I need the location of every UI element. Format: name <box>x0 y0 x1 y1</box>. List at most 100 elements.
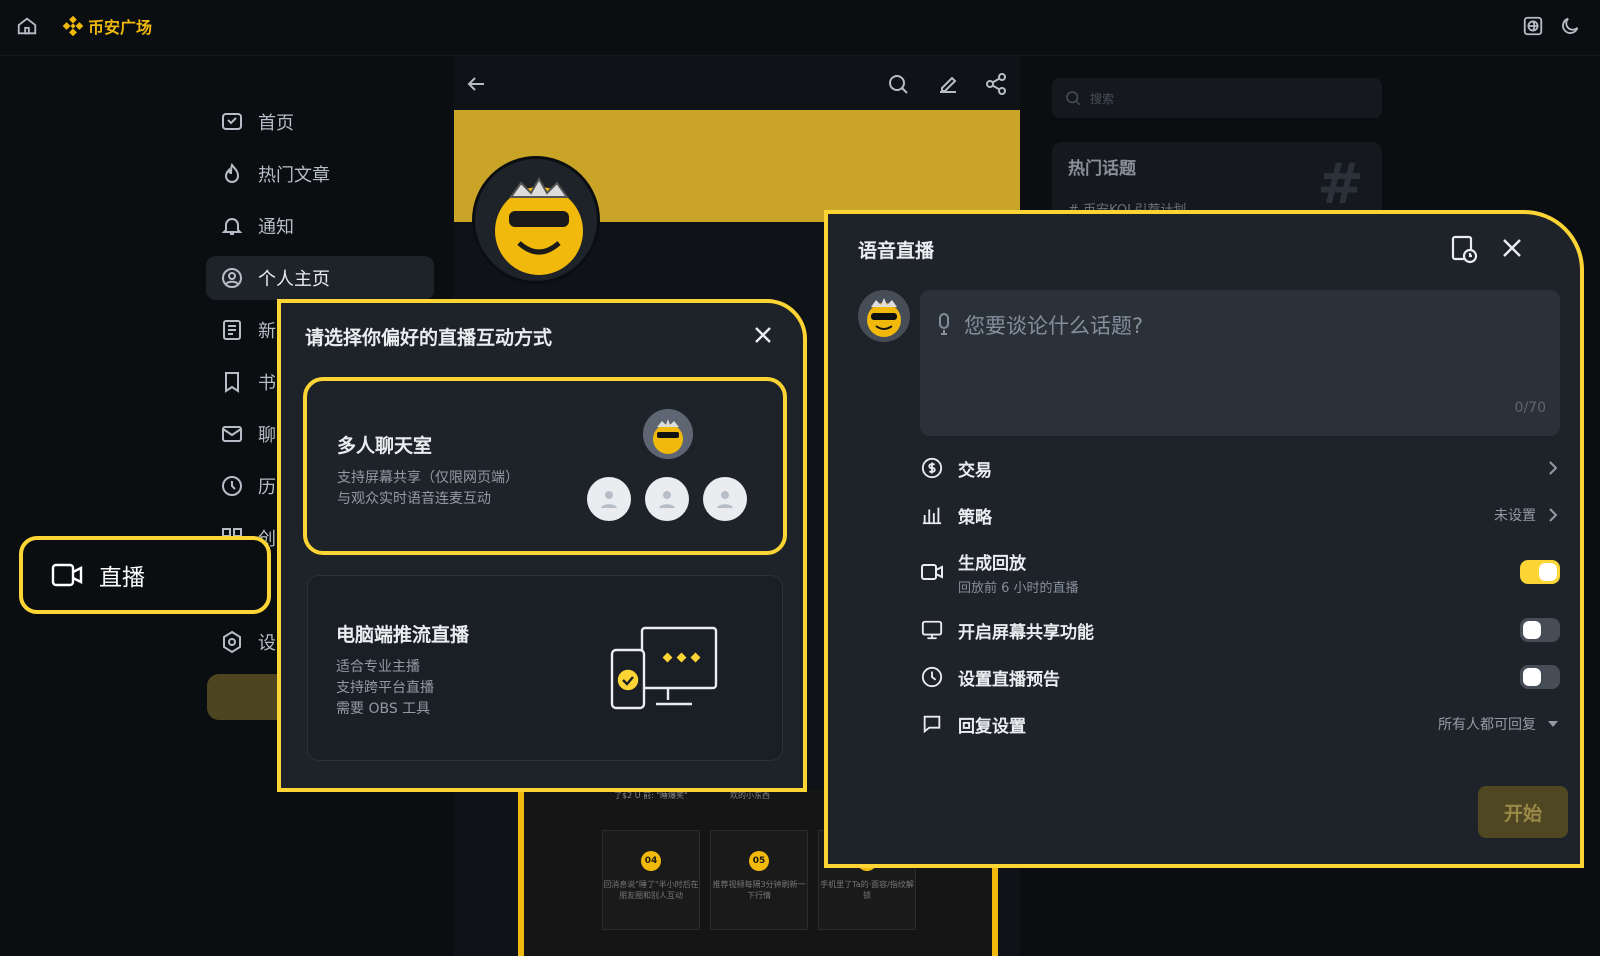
nav-home[interactable]: 首页 <box>206 100 434 144</box>
bg-card-text: 回消息说"睡了"半小时后在朋友圈和别人互动 <box>603 880 699 900</box>
clock-icon <box>920 665 944 689</box>
top-bar <box>0 0 1600 56</box>
setting-reply[interactable]: 回复设置 所有人都可回复 <box>920 700 1560 748</box>
desktop-device-icon <box>608 624 720 714</box>
nav-hot-articles[interactable]: 热门文章 <box>206 152 434 196</box>
live-mode-modal: 请选择你偏好的直播互动方式 多人聊天室 支持屏幕共享（仅限网页端） 与观众实时语… <box>277 299 807 792</box>
language-icon[interactable] <box>1522 15 1544 37</box>
setting-label: 交易 <box>958 460 992 481</box>
bar-chart-icon <box>920 503 944 527</box>
bell-icon <box>221 218 243 235</box>
bg-card-text: 推荐视频每隔3分钟刷新一下行情 <box>712 880 806 900</box>
option-desc-line: 支持屏幕共享（仅限网页端） <box>337 470 519 486</box>
setting-live-preview: 设置直播预告 <box>920 653 1560 701</box>
setting-trade[interactable]: 交易 <box>920 444 1560 492</box>
option-desc-line: 支持跨平台直播 <box>336 680 434 696</box>
bg-card-number: 05 <box>749 851 769 871</box>
char-counter: 0/70 <box>1514 400 1546 416</box>
document-icon <box>223 320 241 340</box>
settings-icon <box>223 630 241 654</box>
clock-icon <box>222 476 242 496</box>
nav-live[interactable]: 直播 <box>19 536 271 614</box>
fire-icon <box>224 162 240 183</box>
chat-bubble-icon <box>920 712 944 736</box>
user-icon <box>717 491 733 508</box>
voice-live-panel: 语音直播 您要谈论什么话题? 0/70 交易 策略 未设置 生成回放 回放前 6… <box>824 210 1584 868</box>
panel-title: 语音直播 <box>858 240 935 262</box>
schedule-icon[interactable] <box>1450 234 1478 264</box>
start-button[interactable]: 开始 <box>1478 786 1568 838</box>
hashtag-icon: # <box>1317 152 1364 217</box>
nav-notifications-label: 通知 <box>258 217 294 238</box>
bg-card: 05 推荐视频每隔3分钟刷新一下行情 <box>710 830 808 930</box>
option-desc-line: 与观众实时语音连麦互动 <box>337 491 491 507</box>
sidebar-search-input[interactable]: 搜索 <box>1052 78 1382 118</box>
setting-screen-share: 开启屏幕共享功能 <box>920 606 1560 654</box>
option-title: 电脑端推流直播 <box>336 624 470 646</box>
dollar-circle-icon <box>920 456 944 480</box>
option-pc-streaming[interactable]: 电脑端推流直播 适合专业主播 支持跨平台直播 需要 OBS 工具 <box>307 575 783 761</box>
search-icon[interactable] <box>886 72 910 96</box>
binance-logo-icon <box>62 15 84 37</box>
bookmark-icon <box>225 372 239 393</box>
setting-label: 生成回放 <box>958 553 1026 574</box>
sidebar-search-placeholder: 搜索 <box>1090 91 1115 106</box>
setting-label: 回复设置 <box>958 716 1026 737</box>
audience-avatar <box>587 477 631 521</box>
screen-share-toggle[interactable] <box>1520 618 1560 642</box>
brand-logo[interactable]: 币安广场 <box>62 14 152 38</box>
nav-history-label: 历 <box>258 477 276 498</box>
chevron-right-icon <box>1549 508 1558 522</box>
user-avatar <box>858 290 910 342</box>
close-icon[interactable] <box>1500 236 1524 260</box>
option-desc-line: 需要 OBS 工具 <box>336 701 431 717</box>
nav-chat-label: 聊 <box>258 425 276 446</box>
close-icon[interactable] <box>751 323 775 347</box>
nav-settings-label: 设 <box>258 633 276 654</box>
reply-setting-value: 所有人都可回复 <box>1438 717 1536 733</box>
user-icon <box>659 491 675 508</box>
bg-card-number: 04 <box>641 851 661 871</box>
edit-icon[interactable] <box>936 72 960 96</box>
option-multi-chat-room[interactable]: 多人聊天室 支持屏幕共享（仅限网页端） 与观众实时语音连麦互动 <box>303 377 787 555</box>
nav-profile-label: 个人主页 <box>258 269 330 290</box>
setting-label: 开启屏幕共享功能 <box>958 622 1094 643</box>
profile-avatar[interactable] <box>472 156 600 284</box>
setting-strategy[interactable]: 策略 未设置 <box>920 491 1560 539</box>
bg-card-text: 手机里了Ta的·面容/指纹解锁 <box>820 880 914 900</box>
share-icon[interactable] <box>984 72 1008 96</box>
home-icon[interactable] <box>16 15 38 37</box>
setting-replay: 生成回放 回放前 6 小时的直播 <box>920 544 1560 600</box>
dark-mode-icon[interactable] <box>1559 15 1581 37</box>
setting-sublabel: 回放前 6 小时的直播 <box>958 580 1079 596</box>
option-desc-line: 适合专业主播 <box>336 659 420 675</box>
chevron-right-icon <box>1549 461 1558 475</box>
setting-label: 设置直播预告 <box>958 669 1060 690</box>
nav-live-label: 直播 <box>99 565 145 591</box>
nav-news-label: 新 <box>258 321 276 342</box>
search-icon <box>1066 91 1081 106</box>
setting-label: 策略 <box>958 507 992 528</box>
modal-title: 请选择你偏好的直播互动方式 <box>305 327 553 349</box>
toggle-knob <box>1523 621 1541 639</box>
topic-placeholder: 您要谈论什么话题? <box>964 314 1144 338</box>
nav-profile[interactable]: 个人主页 <box>206 256 434 300</box>
nav-hot-label: 热门文章 <box>258 165 330 186</box>
option-title: 多人聊天室 <box>337 435 433 457</box>
setting-value: 未设置 <box>1494 508 1536 524</box>
caret-down-icon <box>1548 721 1558 727</box>
monitor-icon <box>920 618 944 642</box>
toggle-knob <box>1523 668 1541 686</box>
live-preview-toggle[interactable] <box>1520 665 1560 689</box>
bg-card: 04 回消息说"睡了"半小时后在朋友圈和别人互动 <box>602 830 700 930</box>
mail-icon <box>222 426 242 442</box>
video-camera-icon <box>51 563 83 587</box>
audience-avatar <box>703 477 747 521</box>
replay-toggle[interactable] <box>1520 560 1560 584</box>
nav-notifications[interactable]: 通知 <box>206 204 434 248</box>
video-icon <box>920 560 944 584</box>
audience-avatar <box>645 477 689 521</box>
topic-input[interactable]: 您要谈论什么话题? 0/70 <box>920 290 1560 436</box>
nav-bookmarks-label: 书 <box>258 373 276 394</box>
back-arrow-icon[interactable] <box>464 72 488 96</box>
